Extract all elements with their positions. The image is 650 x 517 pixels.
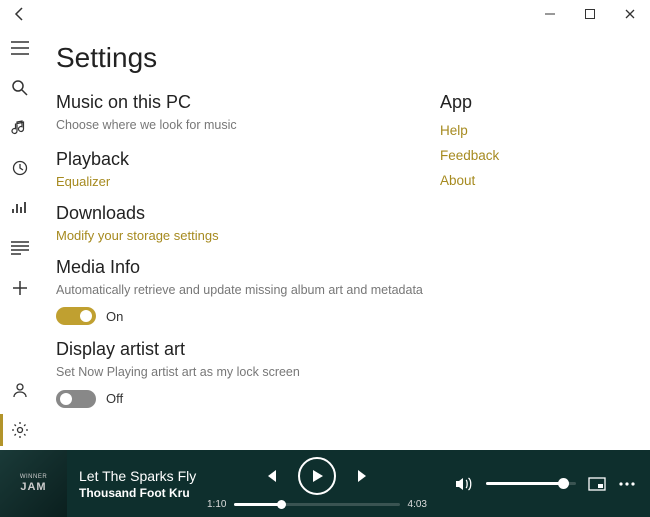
hamburger-menu[interactable] (0, 28, 40, 68)
settings-right-column: App Help Feedback About (436, 42, 634, 450)
track-title: Let The Sparks Fly (79, 468, 207, 484)
section-music: Music on this PC Choose where we look fo… (56, 92, 436, 135)
about-link[interactable]: About (440, 173, 634, 188)
previous-button[interactable] (262, 467, 280, 485)
section-playback: Playback Equalizer (56, 149, 436, 189)
total-time: 4:03 (408, 499, 427, 510)
storage-settings-link[interactable]: Modify your storage settings (56, 228, 436, 243)
mediainfo-heading: Media Info (56, 257, 436, 278)
mediainfo-toggle[interactable] (56, 307, 96, 325)
downloads-heading: Downloads (56, 203, 436, 224)
playback-controls: 1:10 4:03 (207, 457, 427, 510)
track-artist: Thousand Foot Kru (79, 486, 207, 500)
account-button[interactable] (0, 370, 40, 410)
elapsed-time: 1:10 (207, 499, 226, 510)
next-button[interactable] (354, 467, 372, 485)
volume-icon[interactable] (454, 475, 474, 493)
player-bar: WINNER JAM Let The Sparks Fly Thousand F… (0, 450, 650, 517)
mediainfo-desc: Automatically retrieve and update missin… (56, 282, 436, 300)
more-button[interactable] (618, 481, 636, 487)
music-desc: Choose where we look for music (56, 117, 436, 135)
album-art[interactable]: WINNER JAM (0, 450, 67, 517)
titlebar (0, 0, 650, 28)
artistart-heading: Display artist art (56, 339, 436, 360)
sidebar (0, 28, 40, 450)
maximize-button[interactable] (570, 0, 610, 28)
section-downloads: Downloads Modify your storage settings (56, 203, 436, 243)
play-button[interactable] (298, 457, 336, 495)
help-link[interactable]: Help (440, 123, 634, 138)
mediainfo-toggle-label: On (106, 309, 123, 324)
music-heading: Music on this PC (56, 92, 436, 113)
back-button[interactable] (0, 6, 40, 22)
album-text1: WINNER (20, 474, 47, 480)
close-button[interactable] (610, 0, 650, 28)
recent-button[interactable] (0, 148, 40, 188)
equalizer-link[interactable]: Equalizer (56, 174, 436, 189)
playback-heading: Playback (56, 149, 436, 170)
playlists-button[interactable] (0, 228, 40, 268)
album-text2: JAM (20, 482, 46, 493)
section-mediainfo: Media Info Automatically retrieve and up… (56, 257, 436, 326)
section-artistart: Display artist art Set Now Playing artis… (56, 339, 436, 408)
settings-left-column: Settings Music on this PC Choose where w… (56, 42, 436, 450)
app-heading: App (440, 92, 634, 113)
progress-row: 1:10 4:03 (207, 499, 427, 510)
search-button[interactable] (0, 68, 40, 108)
feedback-link[interactable]: Feedback (440, 148, 634, 163)
now-playing-button[interactable] (0, 188, 40, 228)
minimize-button[interactable] (530, 0, 570, 28)
artistart-toggle[interactable] (56, 390, 96, 408)
artistart-desc: Set Now Playing artist art as my lock sc… (56, 364, 436, 382)
my-music-button[interactable] (0, 108, 40, 148)
settings-content: Settings Music on this PC Choose where w… (40, 28, 650, 450)
artistart-toggle-label: Off (106, 391, 123, 406)
progress-slider[interactable] (234, 503, 399, 506)
page-title: Settings (56, 42, 436, 74)
track-info[interactable]: Let The Sparks Fly Thousand Foot Kru (67, 468, 207, 500)
now-playing-view-button[interactable] (588, 477, 606, 491)
right-controls (454, 475, 650, 493)
volume-slider[interactable] (486, 482, 576, 485)
add-button[interactable] (0, 268, 40, 308)
settings-button[interactable] (0, 410, 40, 450)
